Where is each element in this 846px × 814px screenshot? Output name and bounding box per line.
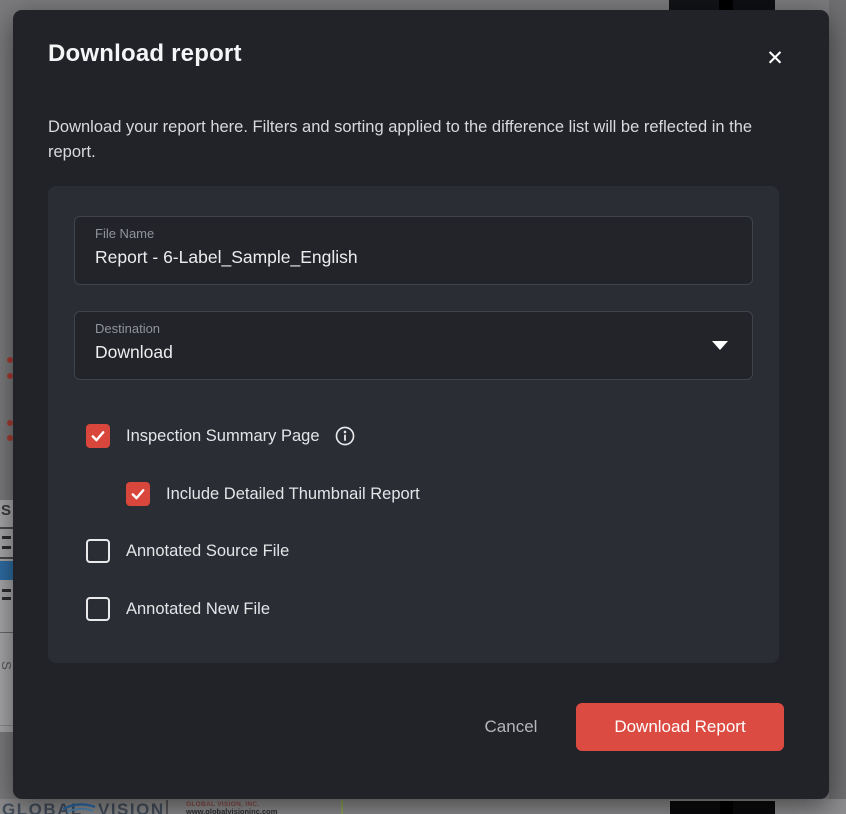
file-name-label: File Name [95,226,732,241]
backdrop-dark-block [733,0,775,10]
backdrop-dark-block [733,801,775,814]
backdrop-dark-block [720,801,733,814]
cancel-button[interactable]: Cancel [462,705,560,749]
checkbox-include-detailed-thumbnail-report[interactable]: Include Detailed Thumbnail Report [126,481,420,507]
file-name-field[interactable]: File Name [74,216,753,285]
backdrop-company-url: www.globalvisioninc.com [186,807,277,814]
backdrop-document-edge [0,500,13,732]
checkbox-checked-icon[interactable] [126,482,150,506]
backdrop-right-strip [829,0,846,814]
file-name-input[interactable] [95,247,695,268]
dialog-description: Download your report here. Filters and s… [48,115,786,165]
dialog-title: Download report [48,40,242,68]
backdrop-line [0,632,13,633]
checkbox-unchecked-icon[interactable] [86,539,110,563]
close-icon[interactable]: ✕ [758,41,792,75]
download-report-dialog: Download report ✕ Download your report h… [13,10,829,799]
checkbox-label: Annotated Source File [126,542,289,561]
backdrop-dark-block [670,801,720,814]
backdrop-text-fragment: S [1,502,11,519]
backdrop-glyph [2,546,11,549]
backdrop-glyph [2,589,11,592]
checkbox-label: Annotated New File [126,600,270,619]
backdrop-divider [341,800,343,814]
info-icon[interactable] [334,425,356,447]
backdrop-line [0,557,13,559]
checkbox-label: Include Detailed Thumbnail Report [166,485,420,504]
backdrop-glyph: S [0,661,14,670]
backdrop-line [0,527,13,529]
chevron-down-icon [712,341,728,350]
checkbox-annotated-new-file[interactable]: Annotated New File [86,596,270,622]
backdrop-blue-bar [0,561,13,580]
backdrop-dark-block [719,0,733,10]
checkbox-label: Inspection Summary Page [126,427,320,446]
screen: S S GLOBAL VISION GLOBAL VISION, INC. ww… [0,0,846,814]
destination-label: Destination [95,321,732,336]
destination-value: Download [95,342,695,363]
backdrop-glyph [2,536,11,539]
backdrop-dark-block [669,0,719,10]
checkbox-checked-icon[interactable] [86,424,110,448]
backdrop-line [0,725,13,726]
checkbox-unchecked-icon[interactable] [86,597,110,621]
backdrop-divider [166,800,168,814]
globalvision-logo-swoosh-icon [62,803,96,813]
options-panel: File Name Destination Download Inspectio… [48,186,779,663]
download-report-button[interactable]: Download Report [576,703,784,751]
checkbox-inspection-summary-page[interactable]: Inspection Summary Page [86,423,356,449]
globalvision-logo-text: VISION [98,800,165,814]
backdrop-glyph [2,597,11,600]
destination-select[interactable]: Destination Download [74,311,753,380]
checkbox-annotated-source-file[interactable]: Annotated Source File [86,538,289,564]
